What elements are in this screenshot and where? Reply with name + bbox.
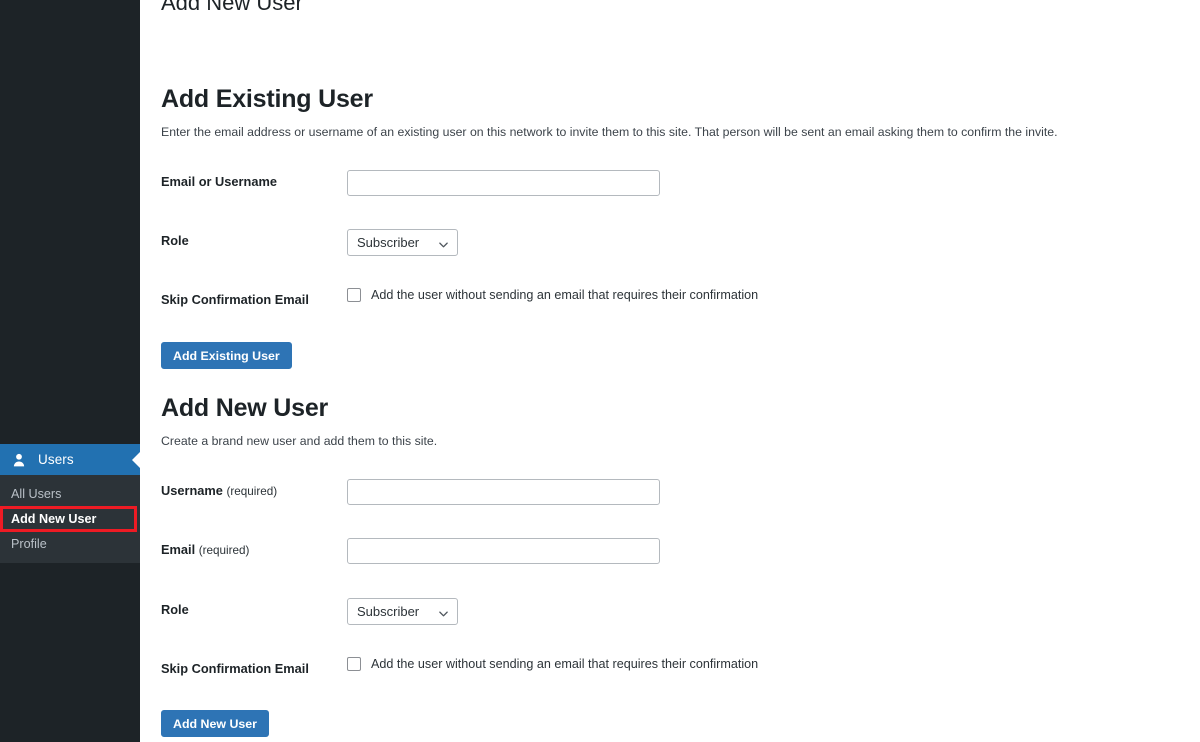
role-select-existing[interactable]: Subscriber <box>347 229 458 256</box>
skip-confirmation-checkbox-label-existing: Add the user without sending an email th… <box>371 288 758 302</box>
label-username: Username (required) <box>161 483 277 498</box>
skip-confirmation-checkbox-label-new: Add the user without sending an email th… <box>371 657 758 671</box>
sidebar-subitem-label: Profile <box>11 537 47 551</box>
label-role-existing-text: Role <box>161 233 189 248</box>
role-select-new[interactable]: Subscriber <box>347 598 458 625</box>
skip-confirmation-checkbox-existing[interactable] <box>347 288 361 302</box>
label-email: Email (required) <box>161 542 249 557</box>
section-description-add-new-user: Create a brand new user and add them to … <box>161 433 437 450</box>
sidebar-item-users-label: Users <box>38 452 74 467</box>
sidebar-subitem-add-new-user[interactable]: Add New User <box>0 506 140 531</box>
add-existing-user-button[interactable]: Add Existing User <box>161 342 292 369</box>
label-username-required: (required) <box>226 485 277 498</box>
label-username-text: Username <box>161 483 223 498</box>
admin-content-area: Add New User Add Existing User Enter the… <box>140 0 1200 742</box>
user-icon <box>9 450 29 470</box>
email-input[interactable] <box>347 538 660 564</box>
section-description-add-existing-user: Enter the email address or username of a… <box>161 124 1058 141</box>
label-skip-confirmation-new: Skip Confirmation Email <box>161 661 309 676</box>
admin-sidebar: Users All Users Add New User Profile <box>0 0 140 742</box>
menu-arrow-icon <box>132 452 140 468</box>
skip-confirmation-checkbox-new[interactable] <box>347 657 361 671</box>
skip-confirmation-row-existing[interactable]: Add the user without sending an email th… <box>347 288 758 302</box>
sidebar-submenu-users: All Users Add New User Profile <box>0 475 140 563</box>
role-select-existing-value: Subscriber <box>357 235 438 250</box>
label-role-new-text: Role <box>161 602 189 617</box>
sidebar-subitem-label: Add New User <box>11 512 96 526</box>
add-existing-user-button-label: Add Existing User <box>173 349 280 363</box>
sidebar-subitem-label: All Users <box>11 487 61 501</box>
page-title: Add New User <box>161 0 303 18</box>
label-email-required: (required) <box>199 544 250 557</box>
sidebar-subitem-profile[interactable]: Profile <box>0 531 140 556</box>
skip-confirmation-row-new[interactable]: Add the user without sending an email th… <box>347 657 758 671</box>
label-email-or-username-text: Email or Username <box>161 174 277 189</box>
wordpress-admin-screen: Users All Users Add New User Profile Add… <box>0 0 1200 742</box>
sidebar-item-users[interactable]: Users <box>0 444 140 475</box>
label-skip-confirmation-existing-text: Skip Confirmation Email <box>161 292 309 307</box>
label-email-text: Email <box>161 542 195 557</box>
section-heading-add-new-user: Add New User <box>161 396 328 421</box>
label-skip-confirmation-existing: Skip Confirmation Email <box>161 292 309 307</box>
username-input[interactable] <box>347 479 660 505</box>
label-role-new: Role <box>161 602 189 617</box>
section-heading-add-existing-user: Add Existing User <box>161 87 373 112</box>
add-new-user-button-label: Add New User <box>173 717 257 731</box>
chevron-down-icon <box>438 606 449 617</box>
label-skip-confirmation-new-text: Skip Confirmation Email <box>161 661 309 676</box>
role-select-new-value: Subscriber <box>357 604 438 619</box>
email-or-username-input[interactable] <box>347 170 660 196</box>
sidebar-top-spacer <box>0 0 140 444</box>
add-new-user-button[interactable]: Add New User <box>161 710 269 737</box>
sidebar-subitem-all-users[interactable]: All Users <box>0 481 140 506</box>
label-email-or-username: Email or Username <box>161 174 277 189</box>
chevron-down-icon <box>438 237 449 248</box>
label-role-existing: Role <box>161 233 189 248</box>
